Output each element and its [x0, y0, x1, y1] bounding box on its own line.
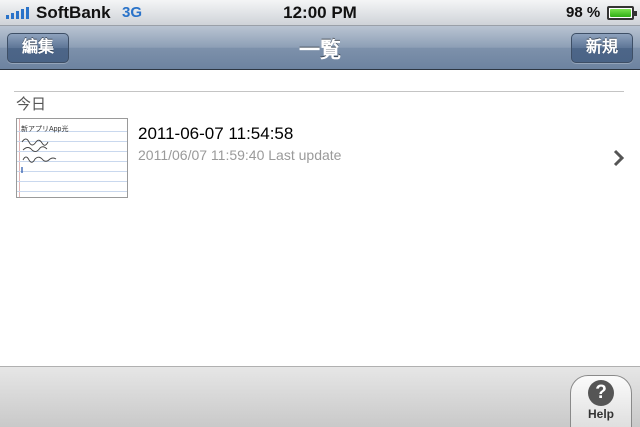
- chevron-right-icon: [613, 149, 625, 167]
- note-thumbnail: 新アプリApp光: [16, 118, 128, 198]
- section-divider: [14, 91, 624, 92]
- battery-level: [610, 9, 631, 17]
- battery-percentage: 98 %: [566, 4, 601, 21]
- help-icon: ?: [588, 380, 614, 406]
- new-button[interactable]: 新規: [571, 33, 633, 63]
- section-header-today: 今日: [16, 96, 47, 113]
- navigation-bar: 編集 一覧 新規: [0, 26, 640, 70]
- notes-list: 今日 新アプリApp光 2011-06-07 11:54:58 2011/06/…: [0, 71, 640, 366]
- list-item[interactable]: 新アプリApp光 2011-06-07 11:54:58 2011/06/07 …: [0, 115, 640, 199]
- help-button[interactable]: ? Help: [570, 375, 632, 427]
- page-title: 一覧: [299, 39, 341, 62]
- status-time: 12:00 PM: [283, 3, 357, 22]
- note-last-update: 2011/06/07 11:59:40 Last update: [138, 147, 342, 163]
- handwriting-scribble: [21, 138, 57, 173]
- bottom-toolbar: ? Help: [0, 366, 640, 427]
- help-label: Help: [587, 407, 614, 421]
- battery-icon: [607, 6, 637, 20]
- status-bar: SoftBank 3G 12:00 PM 98 %: [0, 0, 640, 26]
- note-title: 2011-06-07 11:54:58: [138, 124, 294, 143]
